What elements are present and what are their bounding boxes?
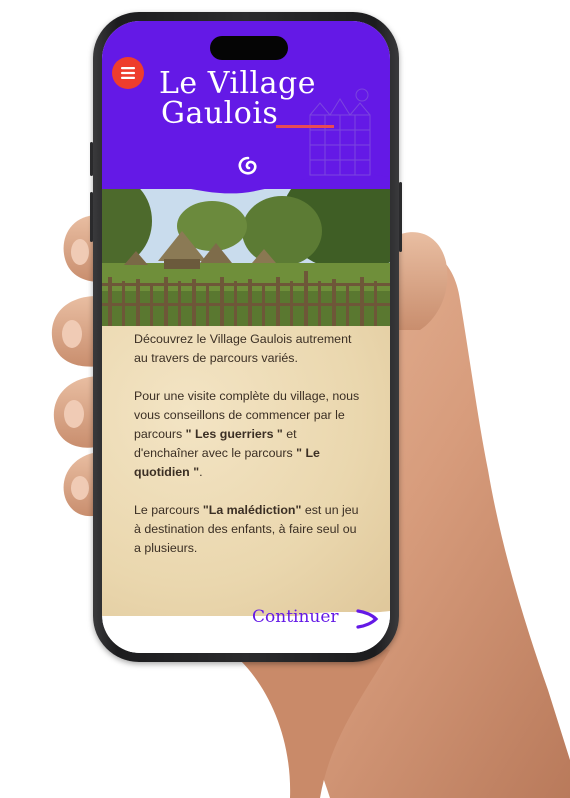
intro-text-span: . [199, 465, 203, 479]
phone-volume-button [90, 142, 93, 176]
hamburger-menu-icon [121, 67, 135, 79]
intro-paragraph-3: Le parcours "La malédiction" est un jeu … [134, 501, 362, 558]
app-title-line-2: Gaulois [161, 96, 279, 131]
app-title: Le Village Gaulois [159, 69, 379, 129]
intro-text: Découvrez le Village Gaulois autrement a… [134, 330, 362, 577]
continue-button[interactable]: Continuer [252, 607, 339, 627]
chevron-arrow-right-icon[interactable] [355, 608, 379, 630]
intro-paragraph-1: Découvrez le Village Gaulois autrement a… [134, 332, 352, 365]
route-name-guerriers: " Les guerriers " [185, 427, 283, 441]
footer-wave [102, 611, 390, 653]
spiral-logo-icon [238, 156, 257, 175]
route-name-malediction: "La malédiction" [202, 503, 302, 517]
continue-label: Continuer [252, 607, 339, 627]
menu-button[interactable] [112, 57, 144, 89]
phone-volume-button [90, 192, 93, 242]
title-underline [276, 125, 334, 128]
phone-side-button [399, 182, 402, 252]
village-photo [102, 181, 390, 339]
dynamic-island [210, 36, 288, 60]
intro-paragraph-2: Pour une visite complète du village, nou… [134, 387, 362, 482]
intro-text-span: Le parcours [134, 503, 203, 517]
scene: Le Village Gaulois Découvrez le Village … [0, 0, 570, 798]
